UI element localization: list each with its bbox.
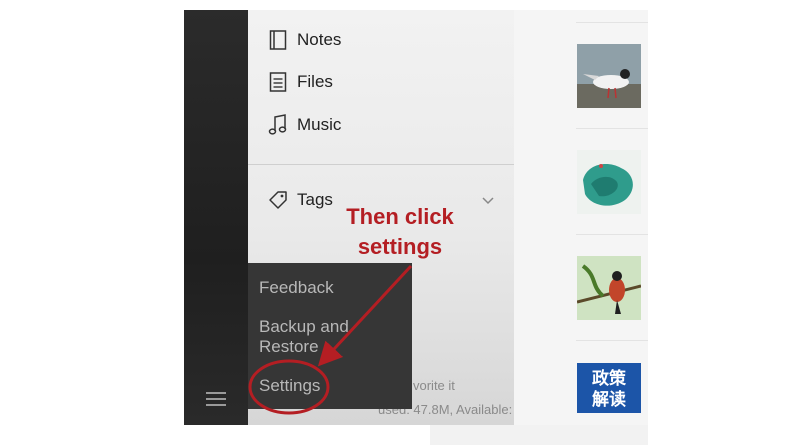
nav-item-label: Tags xyxy=(297,190,333,209)
thumbnail-seagull[interactable] xyxy=(577,44,641,108)
annotation-callout: Then click settings xyxy=(330,202,470,262)
svg-text:政策: 政策 xyxy=(592,368,627,389)
svg-text:解读: 解读 xyxy=(592,389,626,410)
divider xyxy=(248,164,514,165)
list-divider xyxy=(576,22,648,23)
nav-item-tags[interactable]: Tags xyxy=(268,185,333,215)
notebook-icon xyxy=(268,29,288,51)
menu-item-feedback[interactable]: Feedback xyxy=(248,263,412,312)
list-divider xyxy=(576,340,648,341)
hamburger-menu-icon[interactable] xyxy=(206,391,226,407)
menu-item-backup-restore[interactable]: Backup and Restore xyxy=(248,312,412,361)
music-note-icon xyxy=(268,114,288,136)
annotation-line-2: settings xyxy=(357,234,443,259)
nav-item-label: Files xyxy=(297,72,333,91)
content-list: 政策 解读 xyxy=(514,10,648,425)
bottom-strip xyxy=(430,425,648,445)
menu-item-settings[interactable]: Settings xyxy=(248,361,412,410)
thumbnail-policy-banner[interactable]: 政策 解读 xyxy=(577,363,641,425)
favorite-hint: vorite it xyxy=(413,378,455,393)
nav-item-notes[interactable]: Notes xyxy=(268,25,341,55)
nav-item-label: Music xyxy=(297,115,342,134)
list-divider xyxy=(576,234,648,235)
nav-item-files[interactable]: Files xyxy=(268,67,333,97)
list-divider xyxy=(576,128,648,129)
thumbnail-bird[interactable] xyxy=(577,256,641,320)
document-icon xyxy=(268,71,288,93)
annotation-line-1: Then click xyxy=(346,204,454,229)
chevron-down-icon[interactable] xyxy=(480,193,496,209)
nav-item-label: Notes xyxy=(297,30,342,49)
left-rail xyxy=(184,10,248,425)
popup-menu: Feedback Backup and Restore Settings xyxy=(248,263,412,409)
thumbnail-map[interactable] xyxy=(577,150,641,214)
tag-icon xyxy=(268,189,288,211)
nav-item-music[interactable]: Music xyxy=(268,110,341,140)
